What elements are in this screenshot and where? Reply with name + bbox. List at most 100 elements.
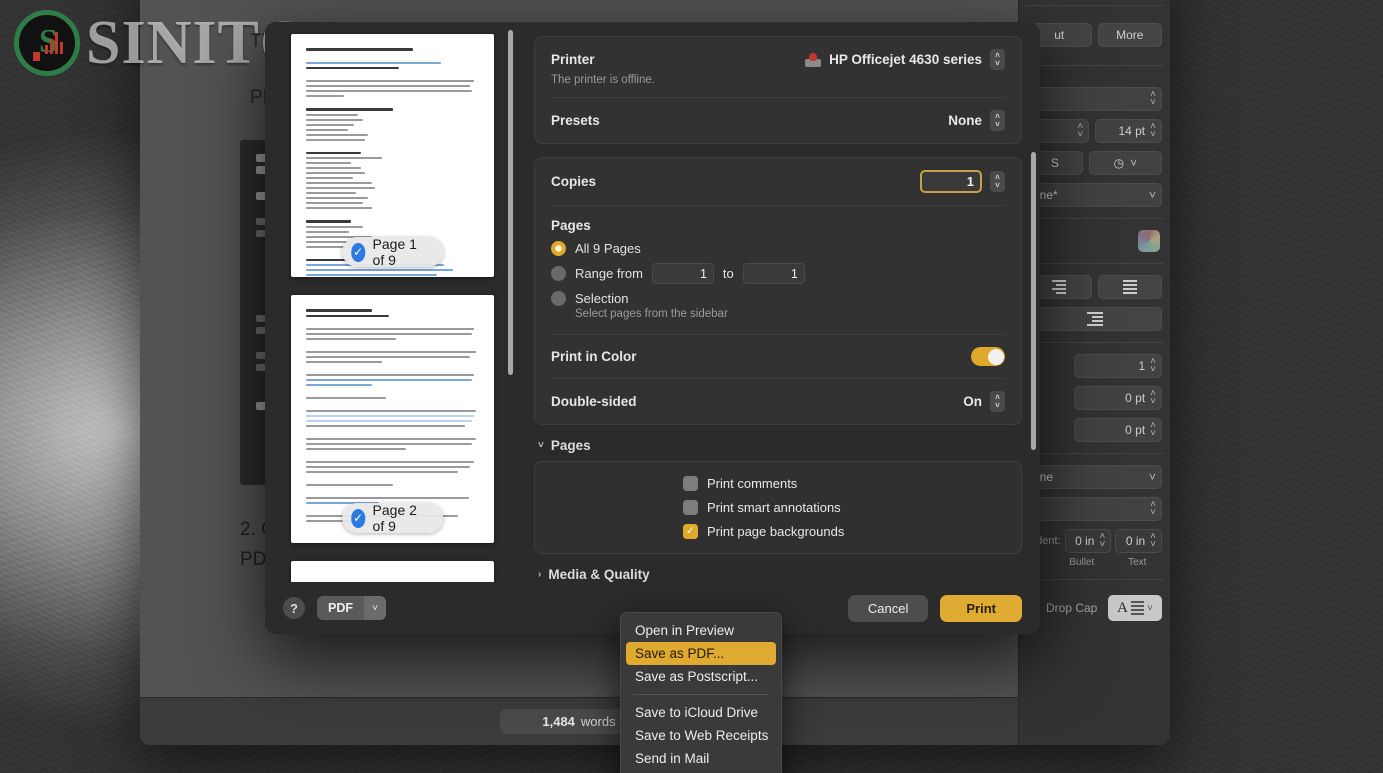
radio-icon[interactable]	[551, 291, 566, 306]
increase-indent-button[interactable]	[1027, 307, 1162, 331]
print-settings-pane: Printer HP Officejet 4630 series ˄ ˅ The …	[520, 22, 1040, 634]
page-thumbnail-1[interactable]: ✓ Page 1 of 9	[291, 34, 494, 277]
chevron-updown-icon[interactable]: ˄˅	[1150, 389, 1156, 407]
radio-icon[interactable]	[551, 241, 566, 256]
printer-icon	[805, 52, 822, 67]
media-quality-title: Media & Quality	[548, 567, 650, 582]
printer-value-group[interactable]: HP Officejet 4630 series ˄ ˅	[805, 49, 1005, 70]
text-effects-button[interactable]: ◷ ˅	[1088, 151, 1162, 175]
drop-cap-style-button[interactable]: A ˅	[1108, 595, 1162, 621]
space-before-field[interactable]: 0 pt ˄ ˅	[1073, 386, 1162, 410]
chevron-down-icon[interactable]: ˅	[364, 596, 386, 620]
page-badge[interactable]: ✓ Page 1 of 9	[341, 236, 444, 268]
radio-selection-label: Selection	[575, 291, 629, 306]
radio-range-label: Range from	[575, 266, 643, 281]
indent-bullet-field[interactable]: 0 in ˄ ˅	[1064, 529, 1112, 553]
chevron-updown-icon[interactable]: ˄˅	[1150, 421, 1156, 439]
option-label: Print smart annotations	[707, 500, 841, 515]
bullets-select[interactable]: one* ˅	[1027, 183, 1162, 207]
page-thumbnail-2[interactable]: ✓ Page 2 of 9	[291, 295, 494, 543]
radio-all-pages[interactable]: All 9 Pages	[551, 241, 1005, 256]
copies-row: Copies 1 ˄ ˅	[535, 158, 1021, 205]
chevron-updown-icon[interactable]: ˄˅	[1150, 357, 1156, 375]
chevron-down-icon[interactable]: ˅	[1130, 156, 1137, 170]
tab-more[interactable]: More	[1097, 23, 1162, 47]
chevron-right-icon[interactable]: ›	[538, 569, 541, 580]
double-sided-value: On	[963, 394, 982, 409]
chevron-updown-icon[interactable]: ˄˅	[1150, 532, 1156, 550]
print-button[interactable]: Print	[940, 594, 1022, 622]
chevron-updown-icon[interactable]: ˄˅	[1077, 122, 1083, 140]
indent-text-value: 0 in	[1125, 534, 1146, 548]
radio-icon[interactable]	[551, 266, 566, 281]
font-family-select[interactable]: ˄ ˅	[1027, 87, 1162, 111]
chevron-down-icon[interactable]: ˅	[1149, 470, 1156, 484]
menu-item-save-as-pdf[interactable]: Save as PDF...	[626, 642, 776, 665]
option-print-comments[interactable]: Print comments	[683, 476, 1021, 491]
range-to-input[interactable]: 1	[742, 263, 805, 284]
chevron-updown-icon[interactable]: ˄˅	[1150, 500, 1156, 518]
chevron-updown-icon[interactable]: ˄˅	[1099, 532, 1105, 550]
chevron-updown-icon[interactable]: ˄˅	[990, 49, 1005, 70]
format-inspector-sidebar: ˅ Update ut More ˄˅ ˄˅ 14 pt ˄˅	[1018, 0, 1170, 745]
double-sided-value-group[interactable]: On ˄ ˅	[963, 391, 1005, 412]
presets-label: Presets	[551, 113, 600, 128]
help-button[interactable]: ?	[283, 597, 305, 619]
option-print-smart-annotations[interactable]: Print smart annotations	[683, 500, 1021, 515]
chevron-updown-icon[interactable]: ˄˅	[990, 110, 1005, 131]
text-color-wheel[interactable]	[1138, 230, 1160, 252]
line-spacing-field[interactable]: 1 ˄ ˅	[1073, 354, 1162, 378]
chevron-down-icon[interactable]: ˅	[538, 440, 544, 451]
print-in-color-toggle[interactable]	[971, 347, 1005, 366]
presets-row[interactable]: Presets None ˄ ˅	[535, 98, 1021, 143]
chevron-updown-icon[interactable]: ˄˅	[990, 171, 1005, 192]
document-status-bar: 1,484 words ˄˅	[140, 697, 1018, 745]
chevron-updown-icon[interactable]: ˄˅	[1150, 90, 1156, 108]
option-print-page-backgrounds[interactable]: ✓ Print page backgrounds	[683, 524, 1021, 539]
checkbox-icon[interactable]	[683, 476, 698, 491]
menu-item-open-in-preview[interactable]: Open in Preview	[621, 619, 781, 642]
pdf-dropdown-menu: Open in Preview Save as PDF... Save as P…	[620, 612, 782, 773]
pages-section-header[interactable]: ˅ Pages	[538, 438, 1022, 453]
media-quality-section-header[interactable]: › Media & Quality	[538, 567, 1022, 582]
range-from-input[interactable]: 1	[651, 263, 714, 284]
borders-select[interactable]: one ˅	[1027, 465, 1162, 489]
option-label: Print page backgrounds	[707, 524, 845, 539]
radio-range[interactable]: Range from 1 to 1	[551, 263, 1005, 284]
checkbox-icon[interactable]	[683, 500, 698, 515]
space-after-field[interactable]: 0 pt ˄ ˅	[1073, 418, 1162, 442]
double-sided-row[interactable]: Double-sided On ˄ ˅	[535, 379, 1021, 424]
copies-input[interactable]: 1	[920, 170, 982, 193]
preview-scrollbar[interactable]	[508, 30, 513, 375]
presets-value-group[interactable]: None ˄ ˅	[948, 110, 1005, 131]
font-size-field[interactable]: 14 pt ˄ ˅	[1095, 119, 1162, 143]
menu-item-send-in-mail[interactable]: Send in Mail	[621, 747, 781, 770]
range-to-label: to	[722, 266, 734, 281]
pdf-menu-button[interactable]: PDF ˅	[317, 596, 386, 620]
indent-icon	[1086, 312, 1103, 326]
radio-selection[interactable]: Selection	[551, 291, 1005, 306]
print-in-color-label: Print in Color	[551, 349, 637, 364]
chevron-updown-icon[interactable]: ˄˅	[1150, 122, 1156, 140]
menu-item-save-to-icloud-drive[interactable]: Save to iCloud Drive	[621, 701, 781, 724]
page-badge-label: Page 2 of 9	[372, 502, 417, 534]
drop-cap-label: Drop Cap	[1046, 601, 1098, 615]
chevron-updown-icon[interactable]: ˄˅	[990, 391, 1005, 412]
indent-text-label: Text	[1128, 557, 1147, 568]
checkbox-checked-icon[interactable]: ✓	[683, 524, 698, 539]
copies-value-group[interactable]: 1 ˄ ˅	[920, 170, 1005, 193]
align-justify-button[interactable]	[1097, 275, 1162, 299]
tabs-select[interactable]: ˄ ˅	[1027, 497, 1162, 521]
menu-item-save-to-web-receipts[interactable]: Save to Web Receipts	[621, 724, 781, 747]
indent-text-field[interactable]: 0 in ˄ ˅	[1115, 529, 1163, 553]
menu-item-save-as-postscript[interactable]: Save as Postscript...	[621, 665, 781, 688]
chevron-down-icon[interactable]: ˅	[1147, 603, 1153, 614]
presets-value: None	[948, 113, 982, 128]
chevron-down-icon[interactable]: ˅	[1149, 188, 1156, 202]
cancel-button[interactable]: Cancel	[847, 594, 929, 622]
pages-section-options: Print comments Print smart annotations ✓…	[534, 461, 1022, 554]
settings-scrollbar[interactable]	[1031, 152, 1036, 450]
pdf-button-label: PDF	[328, 601, 353, 615]
page-badge[interactable]: ✓ Page 2 of 9	[341, 502, 444, 534]
print-preview-sidebar[interactable]: ✓ Page 1 of 9 ✓ Page 2 of 9	[265, 22, 520, 634]
